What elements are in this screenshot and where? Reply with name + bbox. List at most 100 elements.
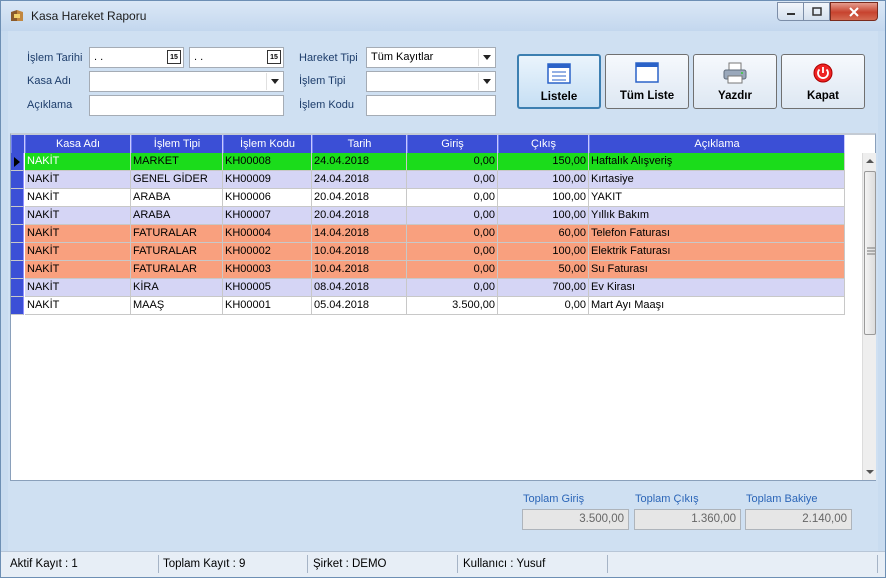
hareket-tipi-combo[interactable]: Tüm Kayıtlar [366,47,496,68]
calendar-icon[interactable]: 15 [267,50,281,64]
cell-cikis[interactable]: 100,00 [498,189,589,207]
cell-islem-tipi[interactable]: FATURALAR [131,243,223,261]
row-indicator[interactable] [11,261,24,279]
cell-kasa-adi[interactable]: NAKİT [25,225,131,243]
cell-aciklama[interactable]: Kırtasiye [589,171,845,189]
cell-islem-tipi[interactable]: FATURALAR [131,261,223,279]
cell-kasa-adi[interactable]: NAKİT [25,297,131,315]
cell-aciklama[interactable]: Telefon Faturası [589,225,845,243]
calendar-icon[interactable]: 15 [167,50,181,64]
table-row[interactable]: NAKİT FATURALAR KH00004 14.04.2018 0,00 60,00… [11,225,846,243]
chevron-down-icon[interactable] [266,73,282,90]
scroll-up-icon[interactable] [863,155,877,167]
tum-liste-button[interactable]: Tüm Liste [605,54,689,109]
row-indicator[interactable] [11,171,24,189]
cell-islem-kodu[interactable]: KH00005 [223,279,312,297]
cell-cikis[interactable]: 700,00 [498,279,589,297]
minimize-button[interactable] [777,2,804,21]
cell-cikis[interactable]: 0,00 [498,297,589,315]
cell-kasa-adi[interactable]: NAKİT [25,261,131,279]
cell-aciklama[interactable]: Ev Kirası [589,279,845,297]
cell-tarih[interactable]: 05.04.2018 [312,297,407,315]
table-row[interactable]: NAKİT ARABA KH00006 20.04.2018 0,00 100,00 YAK… [11,189,846,207]
cell-islem-kodu[interactable]: KH00009 [223,171,312,189]
cell-islem-tipi[interactable]: ARABA [131,189,223,207]
cell-islem-kodu[interactable]: KH00006 [223,189,312,207]
chevron-down-icon[interactable] [478,73,494,90]
cell-aciklama[interactable]: YAKIT [589,189,845,207]
listele-button[interactable]: Listele [517,54,601,109]
cell-islem-kodu[interactable]: KH00004 [223,225,312,243]
cell-islem-tipi[interactable]: KİRA [131,279,223,297]
cell-kasa-adi[interactable]: NAKİT [25,243,131,261]
cell-giris[interactable]: 0,00 [407,279,498,297]
cell-cikis[interactable]: 100,00 [498,171,589,189]
cell-tarih[interactable]: 10.04.2018 [312,243,407,261]
cell-aciklama[interactable]: Su Faturası [589,261,845,279]
vertical-scrollbar[interactable] [862,153,876,480]
cell-islem-tipi[interactable]: GENEL GİDER [131,171,223,189]
kasa-adi-combo[interactable] [89,71,284,92]
cell-tarih[interactable]: 20.04.2018 [312,189,407,207]
close-window-button[interactable] [830,2,878,21]
column-header-islem-tipi[interactable]: İşlem Tipi [131,135,223,153]
data-grid[interactable]: Kasa Adı İşlem Tipi İşlem Kodu Tarih Gir… [10,133,876,481]
cell-giris[interactable]: 0,00 [407,243,498,261]
cell-tarih[interactable]: 24.04.2018 [312,153,407,171]
cell-islem-tipi[interactable]: ARABA [131,207,223,225]
cell-cikis[interactable]: 100,00 [498,207,589,225]
cell-cikis[interactable]: 100,00 [498,243,589,261]
cell-giris[interactable]: 0,00 [407,207,498,225]
cell-islem-kodu[interactable]: KH00001 [223,297,312,315]
cell-cikis[interactable]: 50,00 [498,261,589,279]
cell-islem-kodu[interactable]: KH00008 [223,153,312,171]
yazdir-button[interactable]: Yazdır [693,54,777,109]
cell-giris[interactable]: 0,00 [407,153,498,171]
cell-giris[interactable]: 0,00 [407,225,498,243]
cell-kasa-adi[interactable]: NAKİT [25,171,131,189]
cell-kasa-adi[interactable]: NAKİT [25,189,131,207]
kapat-button[interactable]: Kapat [781,54,865,109]
row-indicator[interactable] [11,279,24,297]
column-header-islem-kodu[interactable]: İşlem Kodu [223,135,312,153]
cell-islem-tipi[interactable]: FATURALAR [131,225,223,243]
scroll-thumb[interactable] [864,171,876,335]
islem-kodu-field[interactable] [366,95,496,116]
title-bar[interactable]: Kasa Hareket Raporu [1,1,885,31]
column-header-giris[interactable]: Giriş [407,135,498,153]
cell-islem-kodu[interactable]: KH00007 [223,207,312,225]
table-row[interactable]: NAKİT MARKET KH00008 24.04.2018 0,00 150,00 Ha… [11,153,846,171]
cell-tarih[interactable]: 08.04.2018 [312,279,407,297]
cell-cikis[interactable]: 60,00 [498,225,589,243]
cell-giris[interactable]: 0,00 [407,261,498,279]
chevron-down-icon[interactable] [478,49,494,66]
row-indicator[interactable] [11,207,24,225]
cell-kasa-adi[interactable]: NAKİT [25,153,131,171]
cell-aciklama[interactable]: Yıllık Bakım [589,207,845,225]
cell-islem-tipi[interactable]: MARKET [131,153,223,171]
islem-tipi-combo[interactable] [366,71,496,92]
scroll-down-icon[interactable] [863,466,877,478]
row-indicator[interactable] [11,189,24,207]
cell-tarih[interactable]: 14.04.2018 [312,225,407,243]
date-start-field[interactable]: . . 15 [89,47,184,68]
table-row[interactable]: NAKİT FATURALAR KH00003 10.04.2018 0,00 50,00… [11,261,846,279]
cell-giris[interactable]: 3.500,00 [407,297,498,315]
cell-tarih[interactable]: 24.04.2018 [312,171,407,189]
column-header-cikis[interactable]: Çıkış [498,135,589,153]
cell-giris[interactable]: 0,00 [407,171,498,189]
cell-aciklama[interactable]: Haftalık Alışveriş [589,153,845,171]
cell-islem-kodu[interactable]: KH00002 [223,243,312,261]
column-header-aciklama[interactable]: Açıklama [589,135,845,153]
table-row[interactable]: NAKİT ARABA KH00007 20.04.2018 0,00 100,00 Yıl… [11,207,846,225]
maximize-button[interactable] [803,2,830,21]
cell-islem-kodu[interactable]: KH00003 [223,261,312,279]
cell-tarih[interactable]: 10.04.2018 [312,261,407,279]
cell-giris[interactable]: 0,00 [407,189,498,207]
column-header-tarih[interactable]: Tarih [312,135,407,153]
cell-aciklama[interactable]: Elektrik Faturası [589,243,845,261]
row-indicator[interactable] [11,225,24,243]
cell-islem-tipi[interactable]: MAAŞ [131,297,223,315]
row-indicator[interactable] [11,243,24,261]
table-row[interactable]: NAKİT KİRA KH00005 08.04.2018 0,00 700,00 Ev K… [11,279,846,297]
